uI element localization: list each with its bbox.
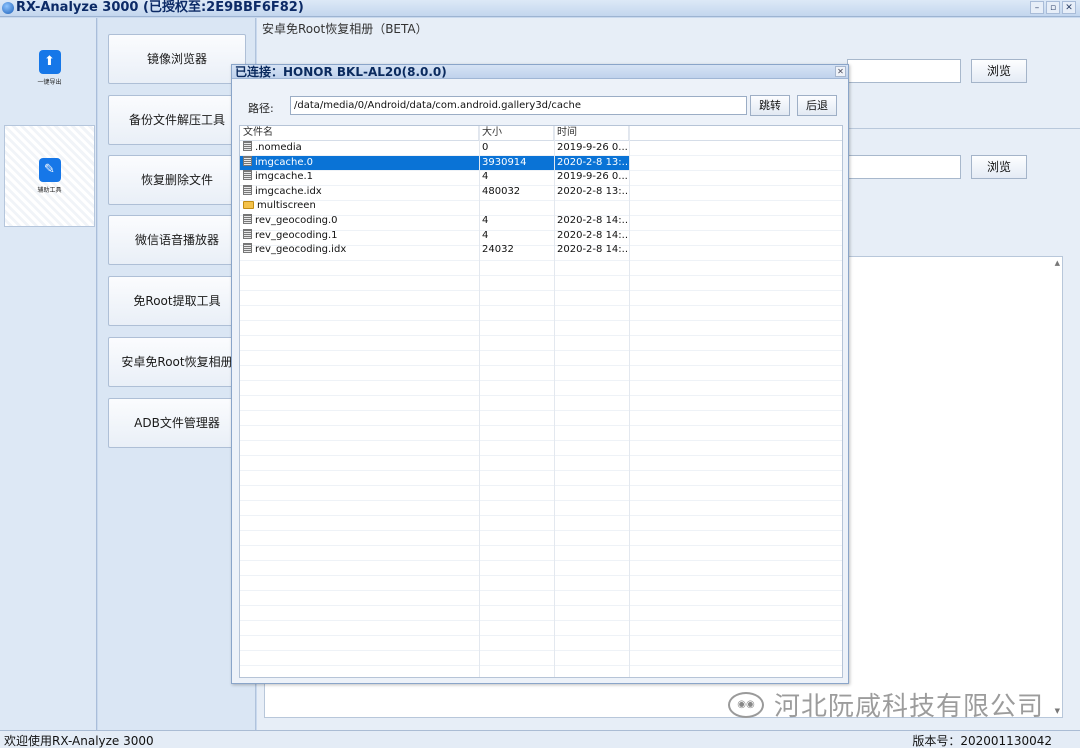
tool-button-adb-manager[interactable]: ADB文件管理器 [108, 398, 246, 448]
file-time: 2020-2-8 13:... [554, 155, 629, 171]
file-icon [243, 228, 252, 239]
app-logo-icon [2, 2, 14, 14]
nav-item-label: 一键导出 [37, 79, 62, 86]
file-time [554, 199, 629, 214]
tool-button-wechat-voice[interactable]: 微信语音播放器 [108, 215, 246, 265]
column-divider [629, 126, 630, 677]
pencil-icon: ✎ [38, 158, 61, 182]
file-name-cell: rev_geocoding.1 [240, 228, 479, 244]
close-icon[interactable]: ✕ [1062, 1, 1076, 14]
adb-file-dialog: 已连接：HONOR BKL-AL20(8.0.0) ✕ 路径: /data/me… [231, 64, 849, 684]
file-name: multiscreen [257, 200, 316, 212]
output-path-input[interactable] [847, 155, 961, 179]
status-welcome: 欢迎使用RX-Analyze 3000 [4, 734, 154, 748]
file-time: 2019-9-26 0... [557, 171, 628, 183]
file-name: imgcache.0 [255, 156, 314, 168]
tool-button-noroot-extract[interactable]: 免Root提取工具 [108, 276, 246, 326]
left-nav: ⬆ 一键导出 ✎ 辅助工具 [0, 18, 97, 730]
path-label: 路径: [248, 102, 274, 115]
column-header-size[interactable]: 大小 [479, 126, 554, 140]
file-size [479, 199, 554, 214]
file-size: 3930914 [479, 155, 554, 171]
file-time: 2020-2-8 13:... [557, 185, 629, 197]
column-header-time[interactable]: 时间 [554, 126, 629, 140]
scroll-down-icon[interactable]: ▼ [1055, 707, 1060, 715]
file-name: rev_geocoding.idx [255, 244, 347, 256]
file-name-cell: rev_geocoding.idx [240, 243, 479, 258]
file-size: 4 [482, 214, 489, 226]
file-name-cell: multiscreen [240, 199, 479, 214]
file-name: imgcache.idx [255, 185, 322, 197]
table-row[interactable]: .nomedia 0 2019-9-26 0... [240, 141, 842, 156]
table-row[interactable]: imgcache.1 4 2019-9-26 0... [240, 170, 842, 185]
list-header: 文件名 大小 时间 [240, 126, 842, 141]
maximize-icon[interactable]: ▫ [1046, 1, 1060, 14]
file-icon [243, 141, 252, 151]
goto-button[interactable]: 跳转 [750, 95, 790, 116]
file-size: 24032 [482, 244, 514, 256]
file-name: rev_geocoding.1 [255, 229, 338, 241]
file-time: 2019-9-26 0... [557, 142, 628, 153]
file-name-cell: .nomedia [240, 141, 479, 156]
file-name-cell: imgcache.1 [240, 170, 479, 185]
path-input[interactable]: /data/media/0/Android/data/com.android.g… [290, 96, 747, 115]
column-divider [479, 126, 480, 677]
file-name-cell: rev_geocoding.0 [240, 213, 479, 229]
file-icon [243, 155, 252, 166]
watermark: ◉◉ 河北阮咸科技有限公司 [728, 686, 1044, 723]
file-icon [243, 243, 252, 254]
file-size: 480032 [482, 185, 521, 197]
file-name-cell: imgcache.idx [240, 184, 479, 200]
file-name: imgcache.1 [255, 171, 314, 183]
file-time: 2020-2-8 14:... [557, 244, 629, 256]
browse-button-1[interactable]: 浏览 [971, 59, 1027, 83]
status-version: 版本号：202001130042 [912, 734, 1052, 748]
folder-icon [243, 201, 254, 210]
dialog-close-icon[interactable]: ✕ [835, 66, 846, 77]
export-icon: ⬆ [38, 50, 61, 74]
column-header-filler [629, 126, 842, 140]
dialog-title: 已连接：HONOR BKL-AL20(8.0.0) [235, 65, 447, 79]
window-title: RX-Analyze 3000 (已授权至:2E9BBF6F82) [16, 0, 304, 15]
table-row[interactable]: rev_geocoding.idx 24032 2020-2-8 14:... [240, 243, 842, 258]
file-icon [243, 213, 252, 224]
nav-item-label: 辅助工具 [37, 187, 62, 194]
status-bar: 欢迎使用RX-Analyze 3000 版本号：202001130042 [0, 730, 1080, 748]
column-header-name[interactable]: 文件名 [240, 126, 479, 140]
dialog-titlebar[interactable]: 已连接：HONOR BKL-AL20(8.0.0) ✕ [232, 65, 848, 79]
panel-title: 安卓免Root恢复相册（BETA） [262, 22, 428, 36]
divider [847, 128, 1080, 129]
file-name-cell: imgcache.0 [240, 155, 479, 171]
tool-button-backup-extract[interactable]: 备份文件解压工具 [108, 95, 246, 145]
minimize-icon[interactable]: – [1030, 1, 1044, 14]
file-time: 2020-2-8 14:... [557, 229, 629, 241]
file-name: .nomedia [255, 142, 302, 153]
file-icon [243, 170, 252, 181]
file-name: rev_geocoding.0 [255, 214, 338, 226]
tool-button-recover-deleted[interactable]: 恢复删除文件 [108, 155, 246, 205]
file-size: 4 [482, 229, 489, 241]
file-time: 2020-2-8 14:... [557, 214, 629, 226]
table-row[interactable]: rev_geocoding.0 4 2020-2-8 14:... [240, 213, 842, 229]
table-row[interactable]: imgcache.idx 480032 2020-2-8 13:... [240, 184, 842, 200]
scroll-up-icon[interactable]: ▲ [1055, 259, 1060, 267]
wechat-icon: ◉◉ [728, 691, 764, 718]
file-icon [243, 184, 252, 195]
file-size: 0 [482, 142, 489, 153]
window-controls: – ▫ ✕ [1030, 1, 1076, 14]
column-divider [554, 126, 555, 677]
window-titlebar[interactable]: RX-Analyze 3000 (已授权至:2E9BBF6F82) – ▫ ✕ [0, 0, 1080, 17]
file-size: 4 [482, 171, 489, 183]
watermark-text: 河北阮咸科技有限公司 [774, 692, 1045, 722]
tool-button-noroot-album[interactable]: 安卓免Root恢复相册 [108, 337, 246, 387]
browse-button-2[interactable]: 浏览 [971, 155, 1027, 179]
file-list[interactable]: 文件名 大小 时间 .nomedia 0 2019-9-26 0... imgc… [239, 125, 843, 678]
source-path-input[interactable] [847, 59, 961, 83]
tool-button-image-browser[interactable]: 镜像浏览器 [108, 34, 246, 84]
table-row[interactable]: rev_geocoding.1 4 2020-2-8 14:... [240, 228, 842, 244]
table-row[interactable]: imgcache.0 3930914 2020-2-8 13:... [240, 155, 842, 171]
back-button[interactable]: 后退 [797, 95, 837, 116]
table-row[interactable]: multiscreen [240, 199, 842, 214]
nav-item-tools[interactable]: ✎ 辅助工具 [4, 125, 95, 227]
